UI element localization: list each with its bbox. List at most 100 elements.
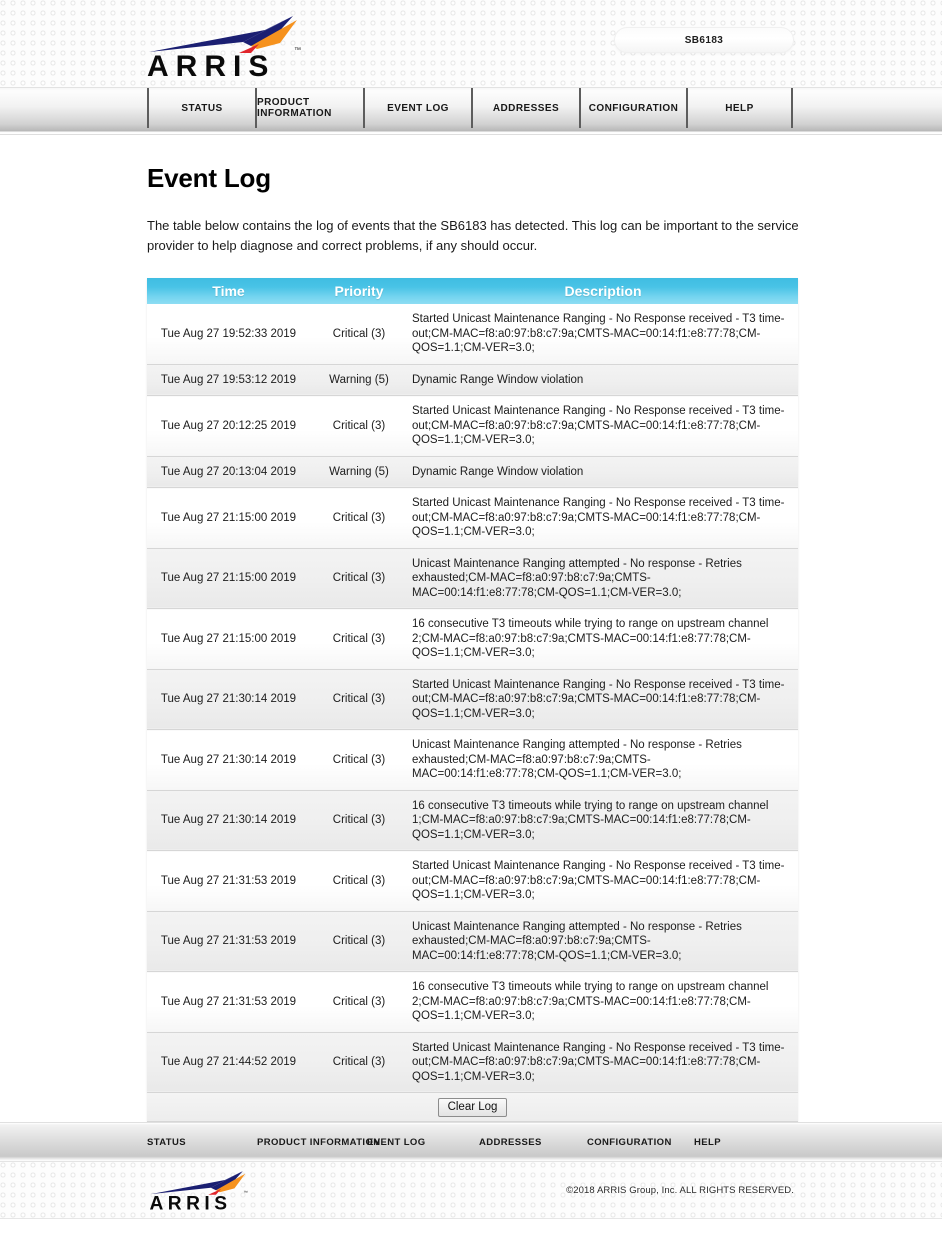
event-log-actions: Clear Log xyxy=(147,1093,798,1122)
footer-nav-item-addresses[interactable]: ADDRESSES xyxy=(479,1137,587,1148)
nav-item-help[interactable]: HELP xyxy=(686,88,793,128)
cell-priority: Warning (5) xyxy=(310,364,408,396)
clear-log-button[interactable]: Clear Log xyxy=(437,1097,508,1117)
cell-time: Tue Aug 27 21:30:14 2019 xyxy=(147,790,310,851)
arris-logo[interactable]: ™ ARRIS xyxy=(147,8,327,80)
footer-navigation: STATUS PRODUCT INFORMATION EVENT LOG ADD… xyxy=(0,1122,942,1162)
top-banner: ™ ARRIS SB6183 xyxy=(0,0,942,88)
table-row: Tue Aug 27 21:30:14 2019 Critical (3) Star… xyxy=(147,669,798,730)
model-badge: SB6183 xyxy=(614,27,794,53)
column-header-time: Time xyxy=(147,278,310,304)
nav-item-addresses[interactable]: ADDRESSES xyxy=(471,88,579,128)
table-row: Tue Aug 27 19:52:33 2019 Critical (3) Star… xyxy=(147,304,798,365)
event-log-table-header: Time Priority Description xyxy=(147,278,798,304)
copyright-text: ©2018 ARRIS Group, Inc. ALL RIGHTS RESER… xyxy=(566,1185,794,1196)
cell-time: Tue Aug 27 20:12:25 2019 xyxy=(147,395,310,457)
table-row: Tue Aug 27 21:44:52 2019 Critical (3) Star… xyxy=(147,1032,798,1093)
nav-label-product-information: PRODUCT INFORMATION xyxy=(257,97,332,119)
footer-nav-item-configuration[interactable]: CONFIGURATION xyxy=(587,1137,694,1148)
cell-priority: Critical (3) xyxy=(310,304,408,365)
table-row: Tue Aug 27 21:30:14 2019 Critical (3) 16 c… xyxy=(147,790,798,851)
cell-time: Tue Aug 27 21:15:00 2019 xyxy=(147,608,310,670)
arris-footer-logo[interactable]: ™ ARRIS xyxy=(147,1166,267,1214)
page-tail xyxy=(0,1219,942,1253)
nav-item-event-log[interactable]: EVENT LOG xyxy=(363,88,471,128)
cell-time: Tue Aug 27 21:31:53 2019 xyxy=(147,850,310,912)
table-row: Tue Aug 27 21:31:53 2019 Critical (3) Unic… xyxy=(147,911,798,972)
cell-description: Unicast Maintenance Ranging attempted - … xyxy=(408,548,798,609)
cell-priority: Critical (3) xyxy=(310,729,408,791)
cell-priority: Critical (3) xyxy=(310,1032,408,1093)
cell-time: Tue Aug 27 21:30:14 2019 xyxy=(147,729,310,791)
footer-banner: ™ ARRIS ©2018 ARRIS Group, Inc. ALL RIGH… xyxy=(0,1162,942,1219)
footer-nav-item-event-log[interactable]: EVENT LOG xyxy=(367,1137,479,1148)
table-row: Tue Aug 27 21:31:53 2019 Critical (3) Star… xyxy=(147,850,798,912)
table-row: Tue Aug 27 20:13:04 2019 Warning (5) Dynam… xyxy=(147,456,798,488)
cell-priority: Critical (3) xyxy=(310,548,408,609)
cell-priority: Critical (3) xyxy=(310,911,408,972)
footer-nav-item-product-information[interactable]: PRODUCT INFORMATION xyxy=(257,1137,380,1148)
svg-text:ARRIS: ARRIS xyxy=(150,1193,232,1212)
table-row: Tue Aug 27 20:12:25 2019 Critical (3) Star… xyxy=(147,395,798,457)
cell-priority: Critical (3) xyxy=(310,971,408,1033)
nav-item-configuration[interactable]: CONFIGURATION xyxy=(579,88,686,128)
cell-description: Started Unicast Maintenance Ranging - No… xyxy=(408,1032,798,1093)
cell-description: Started Unicast Maintenance Ranging - No… xyxy=(408,487,798,549)
cell-time: Tue Aug 27 20:13:04 2019 xyxy=(147,456,310,488)
cell-description: 16 consecutive T3 timeouts while trying … xyxy=(408,971,798,1033)
table-row: Tue Aug 27 19:53:12 2019 Warning (5) Dynam… xyxy=(147,364,798,396)
nav-item-product-information[interactable]: PRODUCT INFORMATION xyxy=(255,88,363,128)
event-log-table: Time Priority Description Tue Aug 27 19:… xyxy=(147,278,798,1093)
cell-time: Tue Aug 27 21:44:52 2019 xyxy=(147,1032,310,1093)
cell-description: Started Unicast Maintenance Ranging - No… xyxy=(408,669,798,730)
cell-description: Dynamic Range Window violation xyxy=(408,456,798,488)
event-log-table-body: Tue Aug 27 19:52:33 2019 Critical (3) Star… xyxy=(147,304,798,1093)
table-header-row: Time Priority Description xyxy=(147,278,798,304)
table-row: Tue Aug 27 21:15:00 2019 Critical (3) 16 c… xyxy=(147,608,798,670)
column-header-priority: Priority xyxy=(310,278,408,304)
footer-nav-item-help[interactable]: HELP xyxy=(694,1137,784,1148)
primary-navigation: STATUS PRODUCT INFORMATION EVENT LOG ADD… xyxy=(0,88,942,135)
cell-priority: Critical (3) xyxy=(310,487,408,549)
page-title: Event Log xyxy=(147,163,271,193)
cell-time: Tue Aug 27 21:15:00 2019 xyxy=(147,487,310,549)
cell-description: Started Unicast Maintenance Ranging - No… xyxy=(408,850,798,912)
cell-time: Tue Aug 27 21:15:00 2019 xyxy=(147,548,310,609)
main-content: Event Log The table below contains the l… xyxy=(0,135,942,1122)
svg-text:ARRIS: ARRIS xyxy=(147,50,275,80)
cell-description: 16 consecutive T3 timeouts while trying … xyxy=(408,608,798,670)
column-header-description: Description xyxy=(408,278,798,304)
table-row: Tue Aug 27 21:15:00 2019 Critical (3) Star… xyxy=(147,487,798,549)
model-badge-label: SB6183 xyxy=(684,34,724,46)
page-description: The table below contains the log of even… xyxy=(147,218,799,253)
table-row: Tue Aug 27 21:30:14 2019 Critical (3) Unic… xyxy=(147,729,798,791)
svg-text:™: ™ xyxy=(243,1190,247,1195)
nav-label-addresses: ADDRESSES xyxy=(492,102,560,114)
cell-priority: Critical (3) xyxy=(310,395,408,457)
nav-label-help: HELP xyxy=(725,102,754,114)
cell-time: Tue Aug 27 21:31:53 2019 xyxy=(147,971,310,1033)
nav-item-status[interactable]: STATUS xyxy=(147,88,255,128)
cell-description: Unicast Maintenance Ranging attempted - … xyxy=(408,729,798,791)
cell-priority: Critical (3) xyxy=(310,608,408,670)
cell-priority: Critical (3) xyxy=(310,790,408,851)
cell-priority: Critical (3) xyxy=(310,850,408,912)
cell-time: Tue Aug 27 21:31:53 2019 xyxy=(147,911,310,972)
cell-priority: Critical (3) xyxy=(310,669,408,730)
svg-text:™: ™ xyxy=(294,47,301,54)
nav-label-configuration: CONFIGURATION xyxy=(588,102,679,114)
cell-description: Dynamic Range Window violation xyxy=(408,364,798,396)
nav-label-event-log: EVENT LOG xyxy=(387,102,449,114)
table-row: Tue Aug 27 21:15:00 2019 Critical (3) Unic… xyxy=(147,548,798,609)
nav-label-status: STATUS xyxy=(181,102,223,114)
cell-priority: Warning (5) xyxy=(310,456,408,488)
cell-time: Tue Aug 27 21:30:14 2019 xyxy=(147,669,310,730)
footer-nav-item-status[interactable]: STATUS xyxy=(147,1137,257,1148)
cell-description: Started Unicast Maintenance Ranging - No… xyxy=(408,395,798,457)
cell-description: Started Unicast Maintenance Ranging - No… xyxy=(408,304,798,365)
cell-description: 16 consecutive T3 timeouts while trying … xyxy=(408,790,798,851)
cell-description: Unicast Maintenance Ranging attempted - … xyxy=(408,911,798,972)
cell-time: Tue Aug 27 19:52:33 2019 xyxy=(147,304,310,365)
table-row: Tue Aug 27 21:31:53 2019 Critical (3) 16 c… xyxy=(147,971,798,1033)
cell-time: Tue Aug 27 19:53:12 2019 xyxy=(147,364,310,396)
